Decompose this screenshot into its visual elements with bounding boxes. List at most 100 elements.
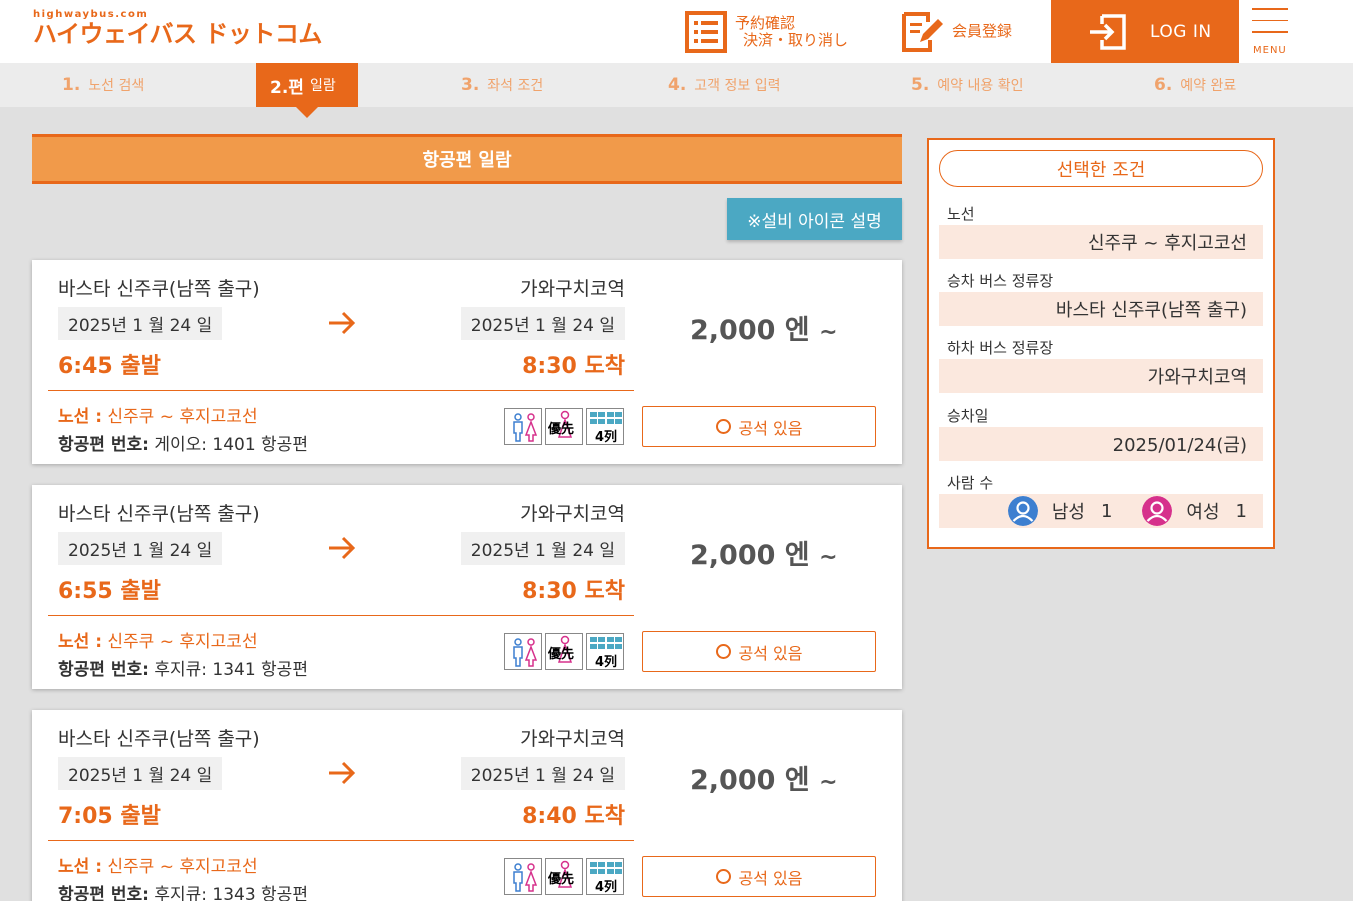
circle-icon [715,644,731,659]
priority-text: 優先 [548,872,575,887]
logo-title: ハイウェイバス ドットコム [33,20,322,48]
route-line: 노선 : 신주쿠 ~ 후지고코선 [58,852,258,877]
boarding-date-value: 2025/01/24(금) [939,427,1263,461]
female-priority-icon: 優先 [545,858,583,895]
seat-available-button[interactable]: 공석 있음 [642,856,876,897]
price-tilde: ~ [819,320,838,345]
arrow-right-icon [329,536,356,560]
step-number: 2.편 [270,77,304,98]
seat-available-label: 공석 있음 [738,868,803,888]
menu-icon-bar [1252,8,1288,10]
departure-time: 6:45 출발 [58,354,161,379]
step-label: 노선 검색 [88,78,145,94]
female-label: 여성 [1186,502,1220,523]
alighting-stop-label: 하차 버스 정류장 [947,339,1054,357]
edit-document-icon [902,11,943,52]
male-count-value: 1 [1100,500,1113,522]
arrow-right-icon [329,761,356,785]
arrival-date: 2025년 1 월 24 일 [460,307,625,340]
route-prefix: 노선 : [58,407,102,427]
fare-price: 2,000 엔 ~ [690,533,838,572]
member-register-link[interactable]: 会員登録 [900,0,1012,63]
step-confirm: 5. 예약 내용 확인 [911,63,1023,107]
male-count: 남성 1 [1007,496,1113,526]
flight-number: 후지큐: 1341 항공편 [154,660,308,680]
site-header: highwaybus.com ハイウェイバス ドットコム 予約確認 決済・取り消… [0,0,1353,63]
four-row-seats-icon: 4列 [586,408,624,445]
departure-stop: 바스타 신주쿠(남쪽 출구) [58,278,260,300]
flight-prefix: 항공편 번호: [58,435,149,455]
route-line: 노선 : 신주쿠 ~ 후지고코선 [58,627,258,652]
route-prefix: 노선 : [58,857,102,877]
card-divider [48,615,634,616]
rows-text: 4列 [595,880,618,895]
passenger-count-label: 사람 수 [947,474,994,492]
female-priority-icon: 優先 [545,408,583,445]
departure-stop: 바스타 신주쿠(남쪽 출구) [58,728,260,750]
circle-icon [715,419,731,434]
site-logo[interactable]: highwaybus.com ハイウェイバス ドットコム [33,9,322,48]
restroom-icon [504,858,542,895]
flight-number-line: 항공편 번호: 후지큐: 1341 항공편 [58,655,308,680]
step-label: 좌석 조건 [487,78,544,94]
arrival-stop: 가와구치코역 [520,728,625,750]
arrival-time: 8:30 도착 [522,354,625,379]
female-count-value: 1 [1235,500,1247,522]
departure-date: 2025년 1 월 24 일 [58,757,223,790]
arrival-time: 8:30 도착 [522,579,625,604]
price-tilde: ~ [819,770,838,795]
reservation-check-link[interactable]: 予約確認 決済・取り消し [685,0,848,63]
login-label: LOG IN [1150,21,1212,42]
fare-price: 2,000 엔 ~ [690,308,838,347]
step-complete: 6. 예약 완료 [1154,63,1236,107]
route-line: 노선 : 신주쿠 ~ 후지고코선 [58,402,258,427]
restroom-icon [504,408,542,445]
restroom-icon [504,633,542,670]
step-number: 1. [62,75,81,95]
arrival-stop: 가와구치코역 [520,278,625,300]
price-value: 2,000 엔 [690,315,810,346]
login-button[interactable]: LOG IN [1051,0,1239,63]
arrival-date: 2025년 1 월 24 일 [460,532,625,565]
fare-price: 2,000 엔 ~ [690,758,838,797]
alighting-stop-value: 가와구치코역 [939,359,1263,393]
step-label: 예약 완료 [1180,78,1237,94]
priority-text: 優先 [548,422,575,437]
equipment-icons: 優先 4列 [504,858,624,895]
rows-text: 4列 [595,655,618,670]
seat-available-button[interactable]: 공석 있음 [642,406,876,447]
boarding-date-label: 승차일 [947,407,989,425]
flight-number: 후지큐: 1343 항공편 [154,885,308,901]
seat-available-label: 공석 있음 [738,643,803,663]
route-value: 신주쿠 ~ 후지고코선 [939,225,1263,259]
flight-prefix: 항공편 번호: [58,885,149,901]
arrival-date: 2025년 1 월 24 일 [460,757,625,790]
step-seat-conditions: 3. 좌석 조건 [461,63,543,107]
male-label: 남성 [1051,502,1085,523]
female-count: 여성 1 [1142,496,1247,526]
male-avatar-icon [1007,496,1038,526]
priority-text: 優先 [548,647,575,662]
reservation-check-label: 予約確認 決済・取り消し [735,14,848,49]
step-number: 4. [668,75,687,95]
passenger-count-value: 남성 1 여성 1 [939,494,1263,528]
departure-time: 6:55 출발 [58,579,161,604]
arrow-right-icon [329,311,356,335]
seat-available-label: 공석 있음 [738,418,803,438]
flight-card: 바스타 신주쿠(남쪽 출구) 가와구치코역 2025년 1 월 24 일 202… [32,260,902,464]
step-label: 일람 [309,78,336,94]
menu-label: MENU [1253,45,1287,56]
route-value: 신주쿠 ~ 후지고코선 [107,407,258,427]
card-divider [48,390,634,391]
menu-button[interactable]: MENU [1252,8,1290,58]
route-value: 신주쿠 ~ 후지고코선 [107,857,258,877]
price-value: 2,000 엔 [690,765,810,796]
equipment-icon-explain-button[interactable]: ※설비 아이콘 설명 [727,198,902,240]
seat-available-button[interactable]: 공석 있음 [642,631,876,672]
step-flight-list: 2.편 일람 [256,63,358,118]
boarding-stop-value: 바스타 신주쿠(남쪽 출구) [939,292,1263,326]
female-avatar-icon [1142,496,1173,526]
four-row-seats-icon: 4列 [586,633,624,670]
logo-domain: highwaybus.com [33,9,149,20]
four-row-seats-icon: 4列 [586,858,624,895]
